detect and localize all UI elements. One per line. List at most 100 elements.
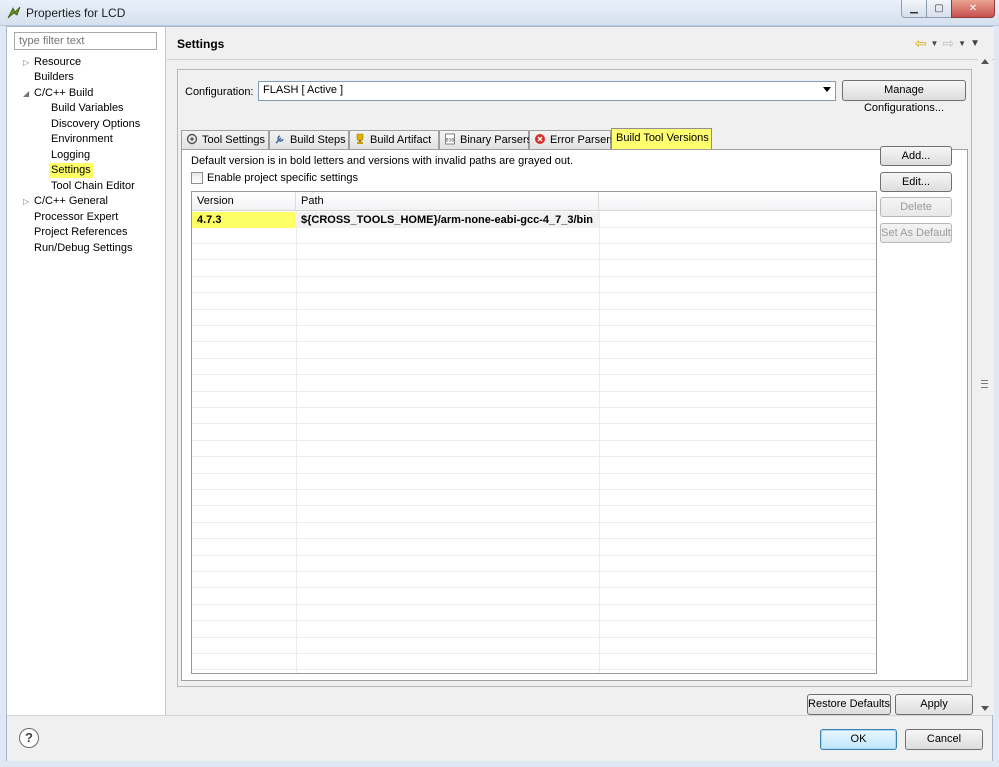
table-row-empty: [192, 490, 876, 507]
tree-item-resource[interactable]: ▷ Resource: [7, 55, 166, 70]
tree-item-label: Resource: [34, 56, 82, 68]
svg-text:010: 010: [446, 138, 454, 144]
tree-item-label: Logging: [51, 149, 91, 161]
tab-tool-settings[interactable]: Tool Settings: [181, 130, 269, 149]
table-row-empty: [192, 474, 876, 490]
configuration-label: Configuration:: [185, 86, 254, 98]
tree-item-label: Settings: [49, 163, 93, 178]
project-specific-settings-row[interactable]: Enable project specific settings: [191, 172, 358, 184]
tree-item-environment[interactable]: Environment: [7, 132, 166, 147]
table-row-empty: [192, 244, 876, 261]
table-row-empty: [192, 523, 876, 540]
tree-item-label: C/C++ General: [34, 195, 108, 207]
tree-item-discovery-options[interactable]: Discovery Options: [7, 117, 166, 132]
settings-page: Settings ⇦ ▼ ⇨ ▼ ▼ Configuration: FLASH …: [167, 27, 994, 715]
table-header: Version Path: [192, 192, 876, 211]
delete-button[interactable]: Delete: [880, 197, 952, 217]
collapse-arrow-icon[interactable]: ◢: [23, 86, 31, 101]
tree-item-logging[interactable]: Logging: [7, 148, 166, 163]
tab-error-parsers[interactable]: Error Parsers: [529, 130, 615, 149]
table-row-empty: [192, 425, 876, 441]
edit-button[interactable]: Edit...: [880, 172, 952, 192]
table-row-empty: [192, 359, 876, 376]
close-button[interactable]: ✕: [951, 0, 995, 18]
tab-label: Build Tool Versions: [616, 132, 709, 144]
table-row-empty: [192, 638, 876, 654]
tab-build-tool-versions[interactable]: Build Tool Versions: [611, 128, 712, 149]
table-row-empty: [192, 392, 876, 408]
tab-binary-parsers[interactable]: 010 Binary Parsers: [439, 130, 532, 149]
table-row-empty: [192, 654, 876, 671]
tab-label: Tool Settings: [202, 134, 265, 146]
tree-item-label: Processor Expert: [34, 211, 119, 223]
table-row-empty: [192, 458, 876, 474]
restore-defaults-button[interactable]: Restore Defaults: [807, 694, 891, 715]
tab-build-artifact[interactable]: Build Artifact: [349, 130, 439, 149]
tab-build-steps[interactable]: Build Steps: [269, 130, 349, 149]
tree-item-builders[interactable]: Builders: [7, 70, 166, 85]
tree-item-cpp-general[interactable]: ▷ C/C++ General: [7, 194, 166, 209]
apply-button[interactable]: Apply: [895, 694, 973, 715]
tree-item-build-variables[interactable]: Build Variables: [7, 101, 166, 116]
header-separator: [167, 59, 994, 60]
column-header-path[interactable]: Path: [296, 192, 599, 211]
maximize-button[interactable]: ▢: [926, 0, 952, 18]
table-row-empty: [192, 376, 876, 392]
configuration-select[interactable]: FLASH [ Active ]: [258, 81, 836, 101]
tool-settings-icon: [186, 133, 198, 145]
table-row-empty: [192, 572, 876, 589]
minimize-button[interactable]: ▁: [901, 0, 927, 18]
set-as-default-button[interactable]: Set As Default: [880, 223, 952, 243]
table-row-empty: [192, 277, 876, 294]
left-nav-pane: ▷ Resource Builders ◢ C/C++ Build Build …: [7, 27, 166, 715]
table-row-empty: [192, 540, 876, 556]
scroll-grip-icon[interactable]: [981, 380, 988, 388]
tab-label: Build Artifact: [370, 134, 432, 146]
window-title: Properties for LCD: [26, 6, 126, 20]
table-row[interactable]: 4.7.3 ${CROSS_TOOLS_HOME}/arm-none-eabi-…: [192, 212, 876, 228]
back-menu-chevron-down-icon[interactable]: ▼: [931, 39, 939, 48]
title-bar: Properties for LCD ▁ ▢ ✕: [0, 0, 999, 26]
build-tool-versions-panel: Default version is in bold letters and v…: [181, 146, 968, 681]
ok-button[interactable]: OK: [820, 729, 897, 750]
column-header-version[interactable]: Version: [192, 192, 296, 211]
tree-item-label: Build Variables: [51, 102, 124, 114]
table-row-empty: [192, 294, 876, 310]
view-menu-icon[interactable]: ▼: [970, 38, 980, 49]
tree-item-project-references[interactable]: Project References: [7, 225, 166, 240]
tree-item-label: Environment: [51, 133, 113, 145]
tree-item-run-debug-settings[interactable]: Run/Debug Settings: [7, 241, 166, 256]
vertical-scrollbar[interactable]: [978, 55, 992, 715]
table-row-empty: [192, 605, 876, 622]
tree-item-tool-chain-editor[interactable]: Tool Chain Editor: [7, 179, 166, 194]
tree-item-label: Run/Debug Settings: [34, 242, 133, 254]
add-button[interactable]: Add...: [880, 146, 952, 166]
tree-item-settings[interactable]: Settings: [7, 163, 166, 178]
table-row-empty: [192, 326, 876, 343]
checkbox-label: Enable project specific settings: [207, 172, 359, 184]
table-row-empty: [192, 441, 876, 458]
tab-label: Build Steps: [290, 134, 346, 146]
tree-item-label: Builders: [34, 71, 74, 83]
manage-configurations-button[interactable]: Manage Configurations...: [842, 80, 966, 114]
dialog-footer: ? OK Cancel: [7, 715, 992, 761]
forward-arrow-icon[interactable]: ⇨: [942, 35, 954, 52]
back-arrow-icon[interactable]: ⇦: [915, 35, 927, 52]
expand-arrow-icon[interactable]: ▷: [23, 194, 31, 209]
tree-item-label: C/C++ Build: [34, 87, 94, 99]
history-nav: ⇦ ▼ ⇨ ▼ ▼: [915, 35, 980, 52]
cancel-button[interactable]: Cancel: [905, 729, 983, 750]
scroll-up-icon[interactable]: [981, 59, 989, 64]
enable-project-specific-checkbox[interactable]: [191, 172, 203, 184]
tree-item-label: Project References: [34, 226, 128, 238]
forward-menu-chevron-down-icon[interactable]: ▼: [958, 39, 966, 48]
table-row-empty: [192, 310, 876, 326]
wrench-icon: [275, 135, 284, 144]
filter-input[interactable]: [14, 32, 157, 50]
tree-item-cpp-build[interactable]: ◢ C/C++ Build: [7, 86, 166, 101]
tree-item-processor-expert[interactable]: Processor Expert: [7, 210, 166, 225]
expand-arrow-icon[interactable]: ▷: [23, 55, 31, 70]
page-title: Settings: [177, 37, 225, 51]
scroll-down-icon[interactable]: [981, 706, 989, 711]
help-icon[interactable]: ?: [19, 728, 39, 748]
